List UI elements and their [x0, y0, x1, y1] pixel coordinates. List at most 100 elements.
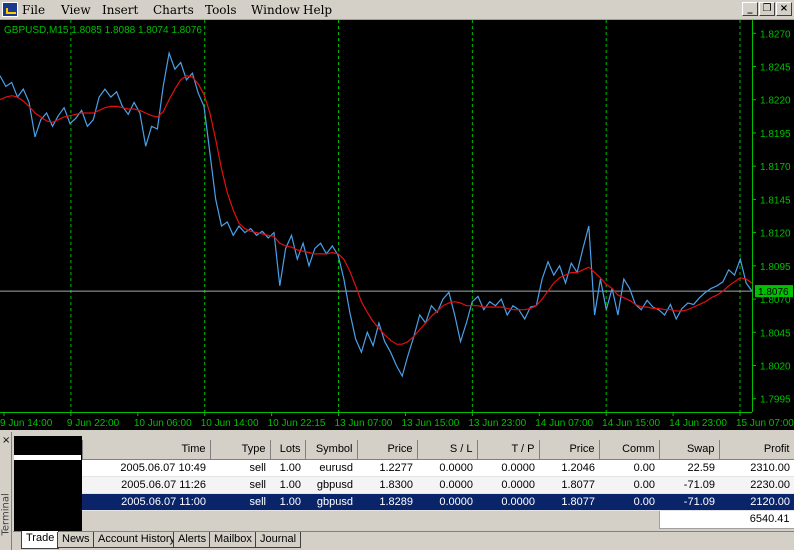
minimize-button[interactable]: _ [742, 2, 758, 16]
col-header-sl[interactable]: S / L [417, 440, 478, 460]
price-cell: 1.8300 [357, 476, 417, 494]
comm-cell: 0.00 [599, 476, 659, 494]
profit-cell: 2230.00 [719, 476, 794, 494]
terminal-side-label: Terminal [0, 493, 12, 536]
time-tick-label: 15 Jun 07:00 [736, 418, 794, 429]
price-tick-label: 1.8020 [760, 361, 791, 372]
comm-cell: 0.00 [599, 459, 659, 477]
tab-alerts[interactable]: Alerts [173, 532, 212, 548]
time-tick-label: 14 Jun 07:00 [535, 418, 593, 429]
sl-cell: 0.0000 [417, 493, 477, 511]
col-header-profit[interactable]: Profit [719, 440, 794, 460]
col-header-lots[interactable]: Lots [270, 440, 306, 460]
col-header-swap[interactable]: Swap [659, 440, 720, 460]
price-tick-label: 1.8220 [760, 96, 791, 107]
price-tick-label: 1.8270 [760, 29, 791, 40]
profit-cell: 2120.00 [719, 493, 794, 511]
price-tick-label: 1.8170 [760, 162, 791, 173]
moving-average-line [0, 75, 753, 345]
price-tick-label: 1.8195 [760, 129, 791, 140]
time-tick-label: 9 Jun 22:00 [67, 418, 120, 429]
time-tick-label: 10 Jun 14:00 [201, 418, 259, 429]
menu-file[interactable]: File [22, 3, 45, 17]
time-tick-label: 13 Jun 15:00 [401, 418, 459, 429]
swap-cell: -71.09 [659, 493, 719, 511]
restore-button[interactable]: ❐ [759, 2, 775, 16]
redacted-area-bar [14, 455, 81, 460]
price-cell: 1.2277 [357, 459, 417, 477]
symbol-cell: eurusd [305, 459, 357, 477]
app-icon[interactable] [2, 2, 18, 17]
comm-cell: 0.00 [599, 493, 659, 511]
tp-cell: 0.0000 [477, 476, 539, 494]
menu-bar: File View Insert Charts Tools Window Hel… [0, 0, 794, 20]
price-tick-label: 1.8145 [760, 195, 791, 206]
price-chart[interactable]: 1.8270 1.8245 1.8220 1.8195 1.8170 1.8145 1.81… [0, 20, 794, 430]
col-header-current-price[interactable]: Price [539, 440, 600, 460]
sl-cell: 0.0000 [417, 476, 477, 494]
summary-spacer [14, 510, 659, 528]
terminal-close-icon[interactable]: × [2, 436, 10, 446]
time-tick-label: 9 Jun 14:00 [0, 418, 53, 429]
symbol-cell: gbpusd [305, 476, 357, 494]
total-profit: 6540.41 [658, 509, 794, 529]
time-cell: 2005.06.07 11:26 [82, 476, 210, 494]
time-tick-label: 14 Jun 23:00 [669, 418, 727, 429]
col-header-price[interactable]: Price [357, 440, 418, 460]
current-price-cell: 1.2046 [539, 459, 599, 477]
price-tick-label: 1.8095 [760, 262, 791, 273]
col-header-comm[interactable]: Comm [599, 440, 660, 460]
table-row[interactable]: 2005.06.07 11:26 sell 1.00 gbpusd 1.8300… [14, 476, 794, 494]
tab-account-history[interactable]: Account History [93, 532, 181, 548]
col-header-tp[interactable]: T / P [477, 440, 540, 460]
swap-cell: 22.59 [659, 459, 719, 477]
tab-mailbox[interactable]: Mailbox [209, 532, 257, 548]
menu-tools[interactable]: Tools [205, 3, 237, 17]
tp-cell: 0.0000 [477, 459, 539, 477]
col-header-symbol[interactable]: Symbol [305, 440, 358, 460]
tab-journal[interactable]: Journal [255, 532, 302, 548]
col-header-type[interactable]: Type [210, 440, 271, 460]
type-cell: sell [210, 493, 270, 511]
price-line [0, 50, 753, 378]
tab-trade[interactable]: Trade [21, 531, 60, 549]
terminal-tabs: Trade News Account History Alerts Mailbo… [13, 531, 794, 550]
time-tick-label: 10 Jun 22:15 [268, 418, 326, 429]
table-row[interactable]: 2005.06.07 10:49 sell 1.00 eurusd 1.2277… [14, 459, 794, 477]
table-header: Time Type Lots Symbol Price S / L T / P … [14, 440, 794, 460]
symbol-cell: gbpusd [305, 493, 357, 511]
current-price-cell: 1.8077 [539, 476, 599, 494]
lots-cell: 1.00 [270, 459, 305, 477]
time-tick-label: 14 Jun 15:00 [602, 418, 660, 429]
time-cell: 2005.06.07 11:00 [82, 493, 210, 511]
menu-window[interactable]: Window [251, 3, 300, 17]
menu-help[interactable]: Help [303, 3, 332, 17]
price-tick-label: 1.8120 [760, 229, 791, 240]
close-button[interactable]: × [776, 2, 792, 16]
menu-insert[interactable]: Insert [102, 3, 138, 17]
price-cell: 1.8289 [357, 493, 417, 511]
redacted-area [14, 436, 82, 531]
time-tick-label: 13 Jun 23:00 [468, 418, 526, 429]
swap-cell: -71.09 [659, 476, 719, 494]
terminal-sidebar: × Terminal [0, 432, 12, 550]
type-cell: sell [210, 459, 270, 477]
trade-table: Time Type Lots Symbol Price S / L T / P … [14, 440, 794, 529]
sl-cell: 0.0000 [417, 459, 477, 477]
menu-charts[interactable]: Charts [153, 3, 194, 17]
lots-cell: 1.00 [270, 476, 305, 494]
price-tick-label: 1.7995 [760, 395, 791, 406]
price-tick-label: 1.8045 [760, 328, 791, 339]
current-price-label: 1.8076 [758, 287, 789, 298]
chart-header: GBPUSD,M15 1.8085 1.8088 1.8074 1.8076 [4, 25, 202, 36]
current-price-cell: 1.8077 [539, 493, 599, 511]
menu-view[interactable]: View [61, 3, 91, 17]
col-header-time[interactable]: Time [82, 440, 211, 460]
time-tick-label: 13 Jun 07:00 [335, 418, 393, 429]
time-cell: 2005.06.07 10:49 [82, 459, 210, 477]
price-tick-label: 1.8245 [760, 63, 791, 74]
time-tick-label: 10 Jun 06:00 [134, 418, 192, 429]
chart-canvas[interactable]: 1.8270 1.8245 1.8220 1.8195 1.8170 1.8145 1.81… [0, 20, 794, 430]
tab-news[interactable]: News [57, 532, 95, 548]
table-row-selected[interactable]: 2005.06.07 11:00 sell 1.00 gbpusd 1.8289… [14, 493, 794, 511]
